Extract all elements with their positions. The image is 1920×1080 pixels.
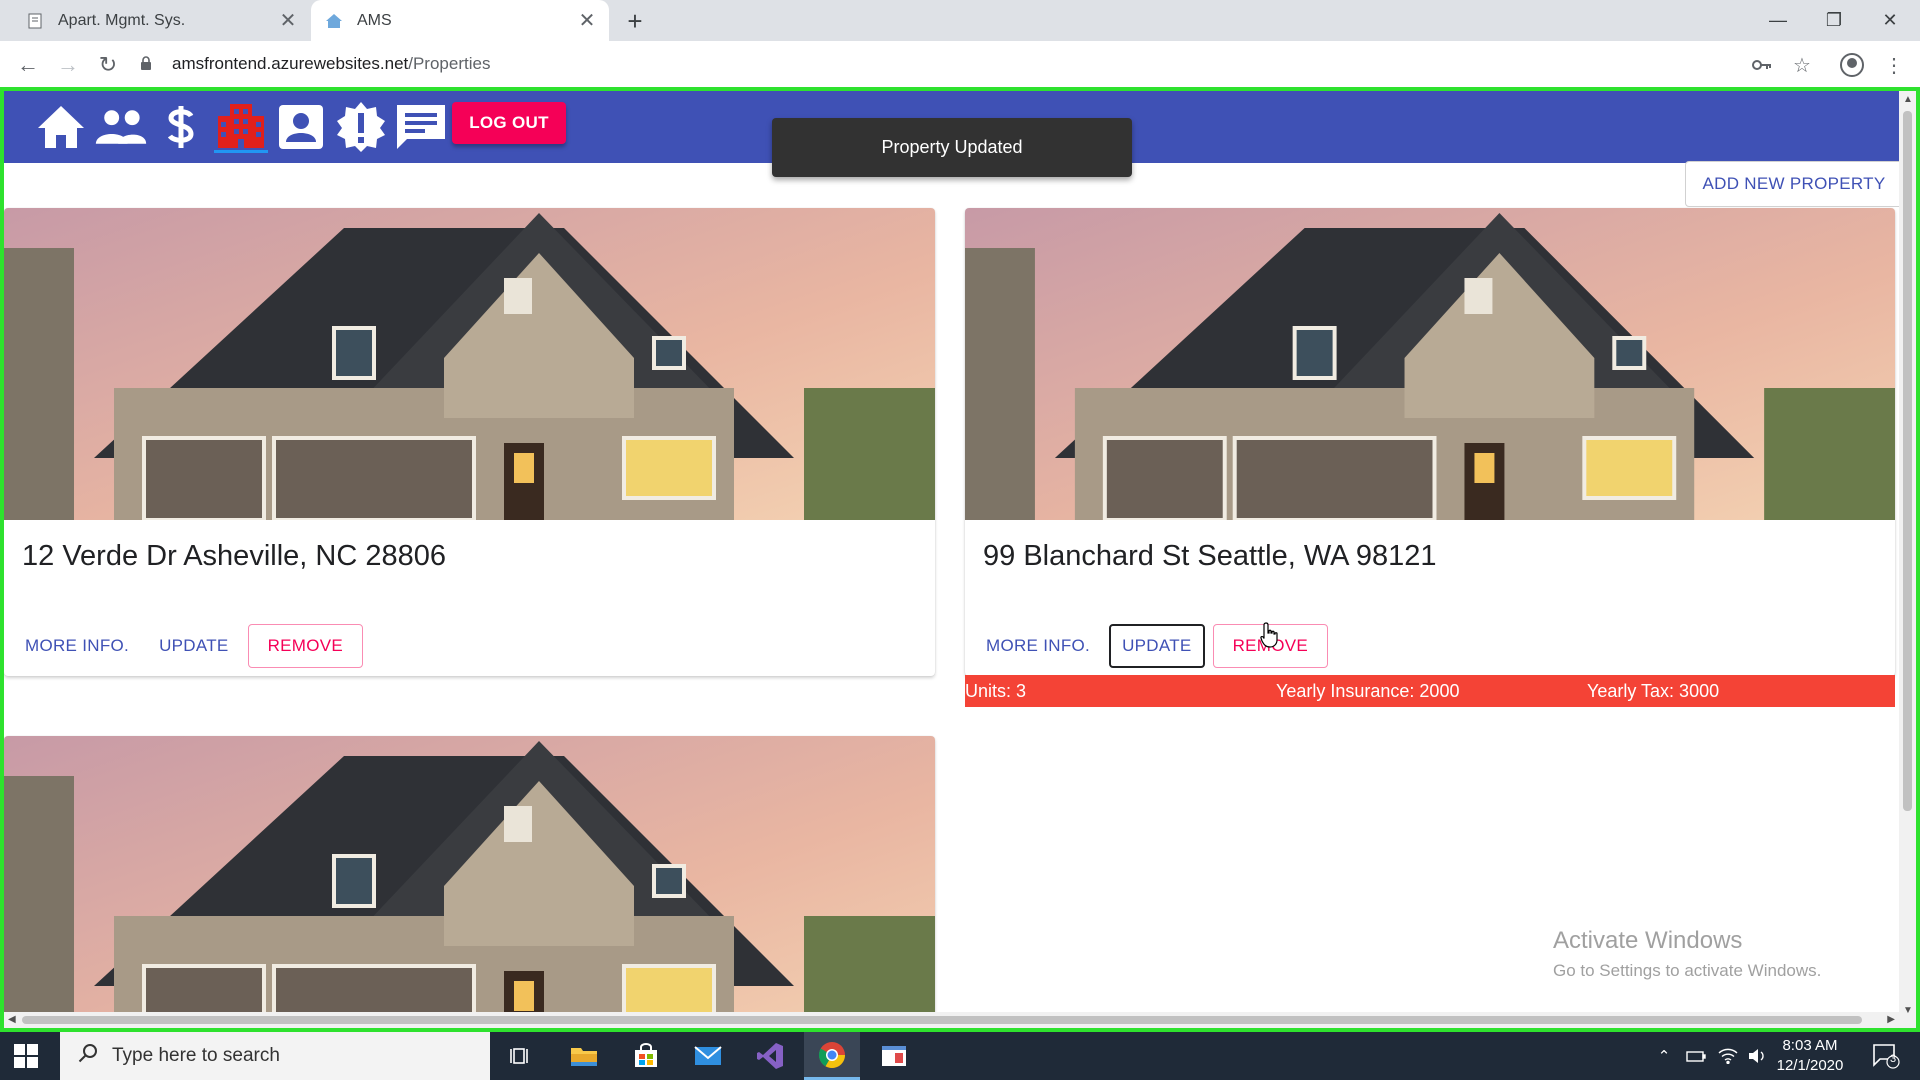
logout-button[interactable]: LOG OUT — [452, 102, 566, 144]
windows-start-icon[interactable] — [14, 1044, 38, 1068]
notification-count: 3 — [1890, 1053, 1897, 1065]
store-icon[interactable] — [618, 1032, 674, 1080]
vertical-scroll-thumb[interactable] — [1903, 111, 1912, 811]
tab-title: AMS — [357, 11, 392, 29]
browser-tabstrip: Apart. Mgmt. Sys. ✕ AMS ✕ + — ❐ ✕ — [0, 0, 1920, 41]
profile-avatar-icon[interactable] — [1836, 49, 1868, 81]
address-bar[interactable]: amsfrontend.azurewebsites.net/Properties — [140, 47, 1740, 81]
close-icon[interactable]: ✕ — [274, 7, 302, 35]
property-address: 12 Verde Dr Asheville, NC 28806 — [22, 540, 446, 572]
back-icon[interactable]: ← — [12, 49, 44, 81]
tax-text: Yearly Tax: 3000 — [1587, 681, 1720, 701]
app-window-icon[interactable] — [866, 1032, 922, 1080]
new-tab-icon[interactable]: + — [620, 6, 650, 36]
home-icon[interactable] — [34, 101, 88, 153]
hand-cursor-icon — [1260, 622, 1280, 653]
scroll-right-icon[interactable]: ▶ — [1887, 1014, 1895, 1025]
property-address: 99 Blanchard St Seattle, WA 98121 — [983, 540, 1437, 572]
profile-icon[interactable] — [274, 101, 328, 153]
url-host: amsfrontend.azurewebsites.net — [172, 54, 409, 73]
clock-date: 12/1/2020 — [1776, 1057, 1844, 1074]
update-button[interactable]: UPDATE — [148, 624, 240, 668]
url-path: /Properties — [408, 54, 491, 73]
apartment-icon[interactable] — [214, 101, 268, 153]
remove-button[interactable]: REMOVE — [247, 624, 364, 668]
more-info-button[interactable]: MORE INFO. — [975, 624, 1101, 668]
units-text: Units: 3 — [965, 681, 1027, 701]
search-placeholder: Type here to search — [112, 1045, 280, 1066]
people-icon[interactable] — [94, 101, 148, 153]
more-info-button[interactable]: MORE INFO. — [14, 624, 140, 668]
search-icon — [78, 1043, 98, 1069]
file-explorer-icon[interactable] — [556, 1032, 612, 1080]
visual-studio-icon[interactable] — [742, 1032, 798, 1080]
property-card: 99 Blanchard St Seattle, WA 98121 MORE I… — [965, 208, 1895, 676]
insurance-text: Yearly Insurance: 2000 — [1276, 681, 1460, 701]
scroll-left-icon[interactable]: ◀ — [8, 1014, 16, 1025]
battery-icon[interactable] — [1682, 1032, 1710, 1080]
mail-icon[interactable] — [680, 1032, 736, 1080]
chrome-icon[interactable] — [804, 1032, 860, 1080]
forward-icon[interactable]: → — [52, 49, 84, 81]
alert-icon[interactable] — [334, 101, 388, 153]
watermark-title: Activate Windows — [1553, 927, 1743, 954]
browser-toolbar: ← → ↻ amsfrontend.azurewebsites.net/Prop… — [0, 41, 1920, 89]
horizontal-scrollbar[interactable]: ◀ ▶ — [4, 1012, 1899, 1028]
house-image — [4, 208, 935, 520]
vertical-scrollbar[interactable]: ▲ ▼ — [1899, 91, 1916, 1028]
chat-icon[interactable] — [394, 101, 448, 153]
tab-title: Apart. Mgmt. Sys. — [58, 11, 186, 29]
add-new-property-button[interactable]: ADD NEW PROPERTY — [1685, 161, 1903, 207]
scroll-down-icon[interactable]: ▼ — [1903, 1005, 1913, 1016]
horizontal-scroll-thumb[interactable] — [22, 1016, 1862, 1024]
window-close-icon[interactable]: ✕ — [1862, 0, 1918, 40]
minimize-icon[interactable]: — — [1750, 0, 1806, 40]
tray-overflow-icon[interactable]: ⌃ — [1652, 1032, 1676, 1080]
clock-time: 8:03 AM — [1782, 1037, 1838, 1054]
menu-kebab-icon[interactable]: ⋮ — [1878, 49, 1910, 81]
scroll-up-icon[interactable]: ▲ — [1903, 94, 1913, 105]
taskbar-clock[interactable]: 8:03 AM 12/1/2020 — [1770, 1036, 1850, 1076]
house-image — [4, 736, 935, 1028]
dollar-icon[interactable] — [154, 101, 208, 153]
document-icon — [26, 12, 44, 30]
house-favicon-icon — [325, 12, 343, 30]
property-card: 12 Verde Dr Asheville, NC 28806 MORE INF… — [4, 208, 935, 676]
card-actions: MORE INFO. UPDATE REMOVE — [14, 624, 371, 668]
star-icon[interactable]: ☆ — [1786, 49, 1818, 81]
restore-icon[interactable]: ❐ — [1806, 0, 1862, 40]
task-view-icon[interactable] — [494, 1032, 550, 1080]
key-icon[interactable] — [1746, 49, 1778, 81]
taskbar-search-input[interactable]: Type here to search — [60, 1032, 490, 1080]
windows-taskbar: Type here to search ⌃ 8:03 AM 12/1/2020 … — [0, 1032, 1920, 1080]
browser-tab-apart-mgmt[interactable]: Apart. Mgmt. Sys. ✕ — [10, 0, 310, 41]
lock-icon — [140, 55, 158, 73]
wifi-icon[interactable] — [1714, 1032, 1742, 1080]
volume-icon[interactable] — [1744, 1032, 1770, 1080]
reload-icon[interactable]: ↻ — [92, 49, 124, 81]
property-card — [4, 736, 935, 1028]
activate-windows-watermark: Activate Windows Go to Settings to activ… — [1553, 927, 1821, 981]
watermark-subtitle: Go to Settings to activate Windows. — [1553, 961, 1822, 980]
house-image — [965, 208, 1895, 520]
card-actions: MORE INFO. UPDATE REMOVE — [975, 624, 1336, 668]
snackbar-property-updated: Property Updated — [772, 118, 1132, 177]
property-details-bar: Units: 3 Yearly Insurance: 2000 Yearly T… — [965, 675, 1895, 707]
browser-tab-ams[interactable]: AMS ✕ — [311, 0, 609, 41]
notification-center-icon[interactable]: 3 — [1866, 1032, 1906, 1080]
page-viewport: LOG OUT Property Updated ADD NEW PROPERT… — [0, 87, 1920, 1032]
close-icon[interactable]: ✕ — [573, 7, 601, 35]
update-button[interactable]: UPDATE — [1109, 624, 1205, 668]
